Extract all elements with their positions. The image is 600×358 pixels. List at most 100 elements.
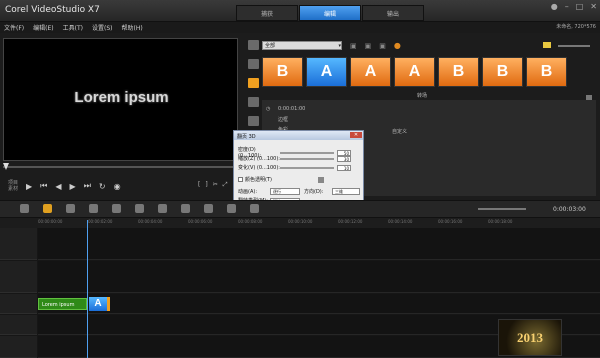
zoom-slider[interactable] xyxy=(280,157,334,160)
duration-timecode[interactable]: 0:00:01:00 xyxy=(278,106,305,112)
transition-icon[interactable] xyxy=(247,78,259,88)
motion-label: 动画(A): xyxy=(238,189,258,195)
next-frame-icon[interactable]: ▶ xyxy=(70,182,76,191)
graphic-icon[interactable] xyxy=(247,116,259,126)
app-title: Corel VideoStudio X7 xyxy=(5,5,100,15)
subtitle-editor-icon[interactable] xyxy=(204,204,213,213)
playhead[interactable] xyxy=(87,220,88,358)
transition-thumb[interactable]: B xyxy=(482,57,523,87)
tab-share[interactable]: 输出 xyxy=(362,5,424,21)
transition-thumb[interactable]: B xyxy=(526,57,567,87)
play-icon[interactable]: ▶ xyxy=(26,182,32,191)
variation-label: 变化(V) (0...100): xyxy=(238,165,280,171)
prev-frame-icon[interactable]: ◀ xyxy=(55,182,61,191)
ruler-label: 00:00:04:00 xyxy=(138,219,163,224)
variation-slider[interactable] xyxy=(280,166,334,169)
title-track[interactable] xyxy=(38,294,600,314)
favorite-icon[interactable]: ● xyxy=(394,41,401,50)
apply-current-icon[interactable]: ▣ xyxy=(379,42,386,50)
media-icon[interactable] xyxy=(247,40,259,50)
volume-icon[interactable]: ◉ xyxy=(114,182,121,191)
redo-icon[interactable] xyxy=(89,204,98,213)
menu-bar: 文件(F) 编辑(E) 工具(T) 设置(S) 帮助(H) xyxy=(0,22,600,33)
info-icon[interactable]: ● xyxy=(551,2,558,11)
undo-icon[interactable] xyxy=(66,204,75,213)
maximize-icon[interactable]: □ xyxy=(576,2,584,11)
minimize-icon[interactable]: – xyxy=(565,2,569,11)
title-clip[interactable]: Lorem ipsum xyxy=(38,298,87,310)
video-track[interactable] xyxy=(38,228,600,260)
preview-window[interactable]: Lorem ipsum xyxy=(3,38,238,161)
menu-edit[interactable]: 编辑(E) xyxy=(29,23,58,32)
density-slider[interactable] xyxy=(280,151,334,154)
record-capture-icon[interactable] xyxy=(112,204,121,213)
multi-camera-icon[interactable] xyxy=(227,204,236,213)
end-icon[interactable]: ⏭ xyxy=(84,181,91,191)
transparent-checkbox[interactable] xyxy=(238,177,243,182)
sound-mixer-icon[interactable] xyxy=(135,204,144,213)
thumbnail-size-slider[interactable] xyxy=(558,45,590,47)
title-icon[interactable] xyxy=(247,97,259,107)
transparent-label: 颜色透明(T) xyxy=(245,177,272,183)
music-track-header[interactable] xyxy=(0,336,37,358)
video-track-header[interactable] xyxy=(0,228,37,260)
storyboard-view-icon[interactable] xyxy=(20,204,29,213)
transparent-color-row: 颜色透明(T) xyxy=(238,176,272,183)
dialog-title: 翻页 3D xyxy=(234,131,363,140)
tab-edit[interactable]: 编辑 xyxy=(299,5,361,21)
enlarge-icon[interactable]: ⤢ xyxy=(223,181,228,189)
apply-random-icon[interactable]: ▣ xyxy=(365,42,372,50)
preview-right-controls: [ ] ✂ ⤢ xyxy=(198,181,228,189)
direction-dropdown[interactable]: 三维 xyxy=(332,188,360,195)
menu-file[interactable]: 文件(F) xyxy=(0,23,29,32)
tab-capture[interactable]: 捕获 xyxy=(236,5,298,21)
timeline-timecode[interactable]: 0:00:03:00 xyxy=(553,206,586,213)
timeline-tools xyxy=(20,204,259,213)
timeline-zoom-slider[interactable] xyxy=(478,208,526,210)
view-toggle-icon[interactable] xyxy=(543,42,551,48)
mark-in-icon[interactable]: [ xyxy=(198,181,200,189)
window-controls: ● – □ ✕ xyxy=(551,2,597,11)
timeline-ruler[interactable] xyxy=(38,218,600,228)
zoom-value[interactable]: 30 xyxy=(337,155,351,162)
ruler-label: 00:00:00:00 xyxy=(38,219,63,224)
menu-tools[interactable]: 工具(T) xyxy=(59,23,88,32)
ruler-label: 00:00:02:00 xyxy=(88,219,113,224)
mark-out-icon[interactable]: ] xyxy=(205,181,207,189)
variation-value[interactable]: 10 xyxy=(337,164,351,171)
color-swatch[interactable] xyxy=(318,177,324,183)
home-icon[interactable]: ⏮ xyxy=(40,181,47,191)
voice-track-header[interactable] xyxy=(0,315,37,335)
add-folder-icon[interactable]: ▣ xyxy=(350,42,357,50)
custom-button[interactable]: 自定义 xyxy=(392,128,407,135)
playback-controls: 项目 素材 ▶ ⏮ ◀ ▶ ⏭ ↻ ◉ xyxy=(8,180,121,192)
preview-overlay-text: Lorem ipsum xyxy=(74,89,169,106)
transition-clip[interactable]: A xyxy=(89,297,110,311)
auto-music-icon[interactable] xyxy=(158,204,167,213)
transition-thumb[interactable]: A xyxy=(350,57,391,87)
category-value: 全部 xyxy=(265,43,276,49)
transition-thumb[interactable]: A xyxy=(306,57,347,87)
overlay-track-header[interactable] xyxy=(0,261,37,293)
split-icon[interactable]: ✂ xyxy=(213,181,218,189)
close-icon[interactable]: ✕ xyxy=(350,132,362,138)
scrub-bar[interactable] xyxy=(3,166,238,168)
category-select[interactable]: 全部 ▾ xyxy=(262,41,342,50)
project-info: 未命名, 720*576 xyxy=(556,24,596,30)
motion-tracking-icon[interactable] xyxy=(181,204,190,213)
close-icon[interactable]: ✕ xyxy=(590,2,597,11)
clip-mode-label[interactable]: 素材 xyxy=(8,186,18,192)
repeat-icon[interactable]: ↻ xyxy=(99,182,106,191)
transition-thumbnails: B A A A B B B xyxy=(262,57,590,87)
transition-thumb[interactable]: B xyxy=(438,57,479,87)
instant-project-icon[interactable] xyxy=(247,59,259,69)
title-track-header[interactable] xyxy=(0,294,37,314)
menu-help[interactable]: 帮助(H) xyxy=(117,23,147,32)
motion-dropdown[interactable]: 逐行 xyxy=(270,188,300,195)
transition-thumb[interactable]: B xyxy=(262,57,303,87)
ripple-editing-icon[interactable] xyxy=(250,204,259,213)
overlay-track[interactable] xyxy=(38,261,600,293)
menu-settings[interactable]: 设置(S) xyxy=(88,23,118,32)
transition-thumb[interactable]: A xyxy=(394,57,435,87)
timeline-view-icon[interactable] xyxy=(43,204,52,213)
